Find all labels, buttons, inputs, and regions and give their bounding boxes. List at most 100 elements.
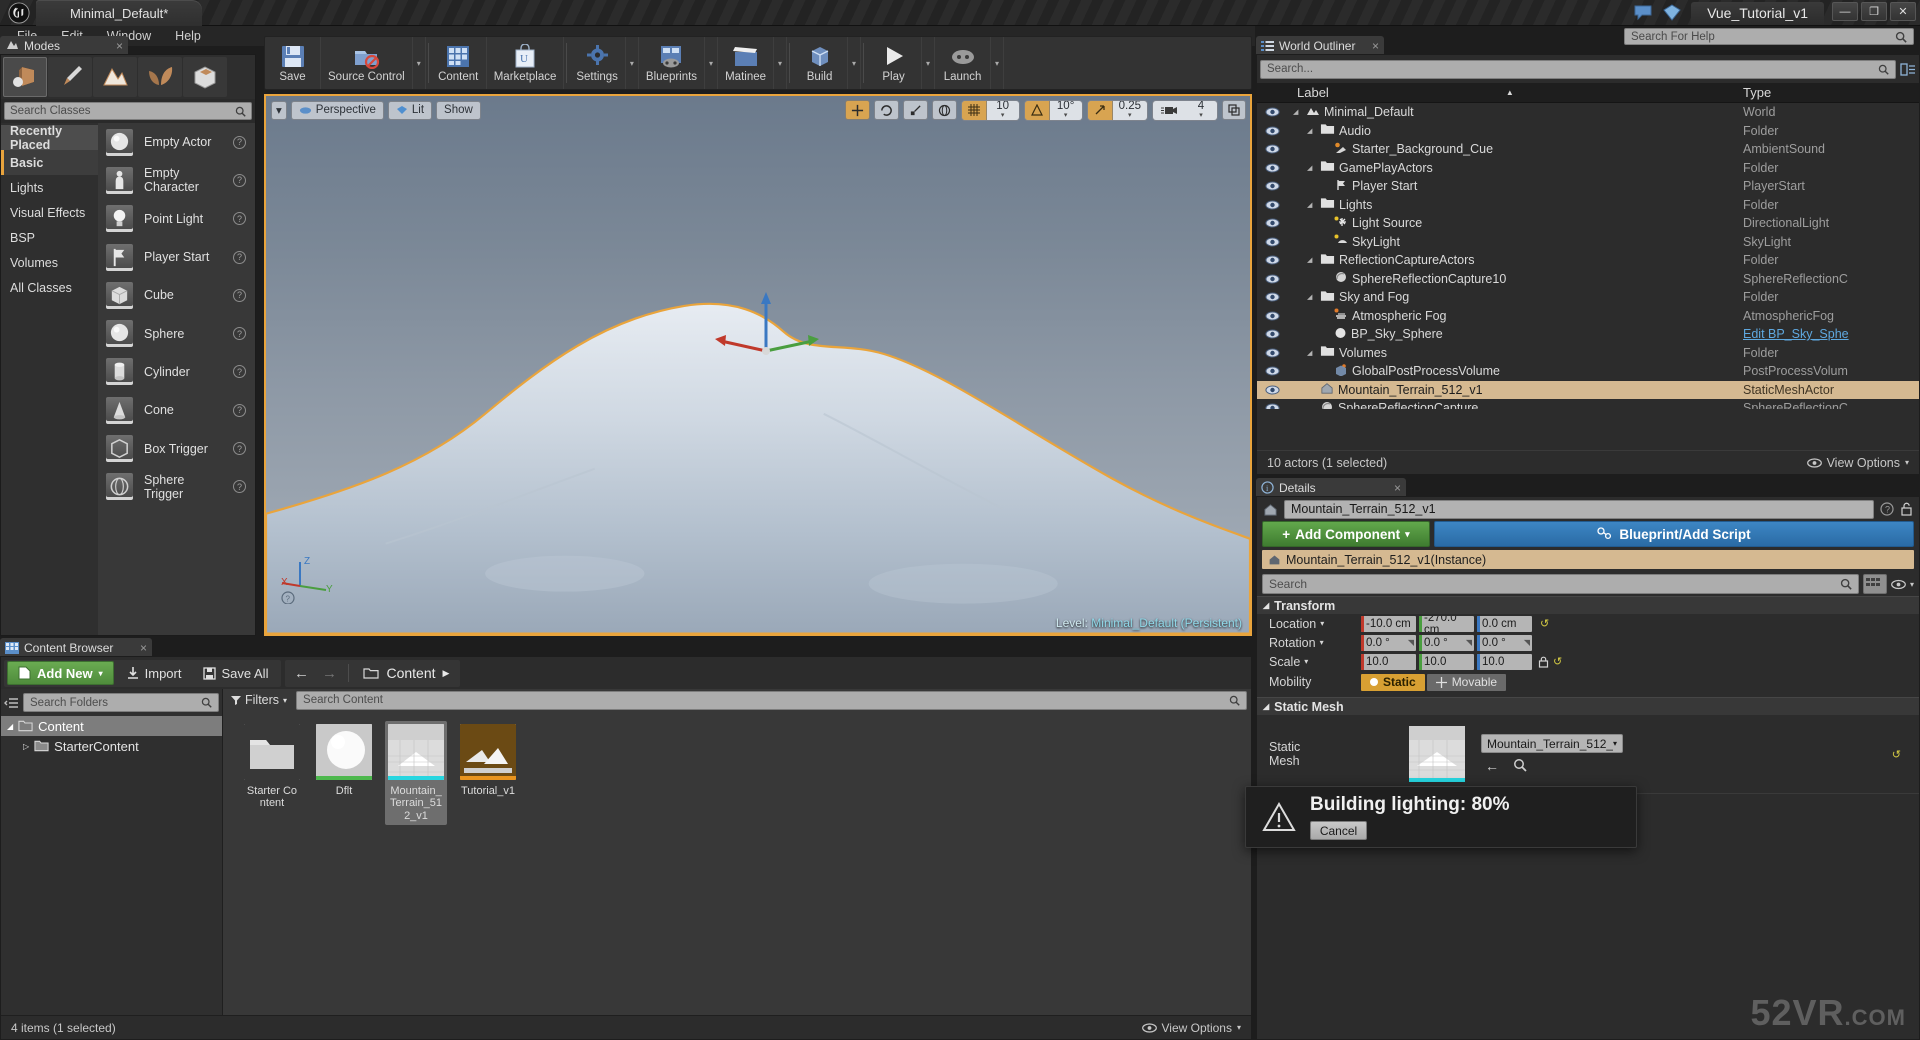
angle-snap-value[interactable]: 10° ▾ <box>1049 100 1082 120</box>
translate-tool-button[interactable] <box>844 100 870 120</box>
display-filter-button[interactable] <box>1862 574 1887 594</box>
save-all-button[interactable]: Save All <box>193 661 278 685</box>
close-icon[interactable]: × <box>116 39 123 53</box>
toolbar-play-button[interactable]: Play <box>866 37 923 89</box>
visibility-toggle-icon[interactable] <box>1257 218 1287 228</box>
visibility-toggle-icon[interactable] <box>1257 329 1287 339</box>
toolbar-build-button[interactable]: Build <box>792 37 849 89</box>
angle-snap-group[interactable]: 10° ▾ <box>1023 99 1083 121</box>
rotate-tool-button[interactable] <box>873 100 899 120</box>
rotation-y[interactable]: 0.0 ° ◥ <box>1419 634 1474 651</box>
category-volumes[interactable]: Volumes <box>1 250 98 275</box>
placeable-point-light[interactable]: Point Light? <box>98 200 255 238</box>
minimize-button[interactable]: — <box>1832 2 1858 21</box>
close-button[interactable]: ✕ <box>1890 2 1916 21</box>
document-tab[interactable]: Minimal_Default* <box>36 0 203 26</box>
rotation-label[interactable]: Rotation ▾ <box>1257 636 1361 650</box>
angle-icon[interactable] <box>1024 100 1050 120</box>
outliner-row[interactable]: SphereReflectionCapture SphereReflectionC <box>1257 399 1919 409</box>
outliner-row[interactable]: Atmospheric Fog AtmosphericFog <box>1257 307 1919 326</box>
placeable-cube[interactable]: Cube? <box>98 276 255 314</box>
placeable-player-start[interactable]: Player Start? <box>98 238 255 276</box>
static-mesh-thumbnail[interactable] <box>1409 726 1465 782</box>
chevron-down-icon[interactable]: ▾ <box>922 37 936 89</box>
help-badge[interactable]: ? <box>233 442 246 456</box>
rotation-z[interactable]: 0.0 ° ◥ <box>1477 634 1532 651</box>
expander-icon[interactable]: ◢ <box>1307 256 1316 264</box>
unlock-icon[interactable] <box>1900 502 1913 517</box>
visibility-toggle-icon[interactable] <box>1257 274 1287 284</box>
question-icon[interactable]: ? <box>1880 502 1894 516</box>
category-visual-effects[interactable]: Visual Effects <box>1 200 98 225</box>
outliner-row[interactable]: ◢ Sky and Fog Folder <box>1257 288 1919 307</box>
browse-to-asset-icon[interactable]: ← <box>1485 758 1499 774</box>
level-viewport[interactable]: ▾ Perspective Lit Show 10 ▾ 10° ▾ 0.25 ▾… <box>264 94 1252 636</box>
transform-section-header[interactable]: ◢ Transform <box>1257 596 1919 614</box>
help-badge[interactable]: ? <box>233 135 246 149</box>
visibility-toggle-icon[interactable] <box>1257 181 1287 191</box>
revert-arrow-icon[interactable]: ↺ <box>1892 748 1901 761</box>
search-icon[interactable] <box>1513 758 1527 772</box>
visibility-toggle-icon[interactable] <box>1257 200 1287 210</box>
outliner-row[interactable]: Light Source DirectionalLight <box>1257 214 1919 233</box>
component-instance-row[interactable]: Mountain_Terrain_512_v1(Instance) <box>1262 550 1914 569</box>
asset-tile[interactable]: Dflt <box>313 721 375 825</box>
camera-speed-icon[interactable] <box>1153 100 1185 120</box>
nav-forward-button[interactable]: → <box>316 661 342 685</box>
visibility-toggle-icon[interactable] <box>1257 385 1287 395</box>
category-bsp[interactable]: BSP <box>1 225 98 250</box>
toolbar-source-control-button[interactable]: Source Control <box>321 37 413 89</box>
outliner-view-options-button[interactable]: View Options ▾ <box>1806 456 1909 470</box>
chevron-down-icon[interactable]: ▾ <box>705 37 719 89</box>
placeable-sphere[interactable]: Sphere? <box>98 314 255 352</box>
category-recently-placed[interactable]: Recently Placed <box>1 124 98 152</box>
foliage-mode[interactable] <box>138 57 182 97</box>
outliner-row[interactable]: ◢ ReflectionCaptureActors Folder <box>1257 251 1919 270</box>
placeable-empty-actor[interactable]: Empty Actor? <box>98 123 255 161</box>
scale-z[interactable]: 10.0 <box>1477 653 1532 670</box>
maximize-viewport-button[interactable] <box>1222 100 1246 120</box>
toolbar-save-button[interactable]: Save <box>265 37 321 89</box>
actor-name-input[interactable]: Mountain_Terrain_512_v1 <box>1284 499 1874 519</box>
visibility-toggle-icon[interactable] <box>1257 403 1287 409</box>
add-new-button[interactable]: Add New ▾ <box>7 661 114 685</box>
location-y[interactable]: -270.0 cm <box>1419 615 1474 632</box>
placeable-empty-character[interactable]: Empty Character? <box>98 161 255 199</box>
category-basic[interactable]: Basic <box>1 150 98 175</box>
paint-mode[interactable] <box>48 57 92 97</box>
world-outliner-tab[interactable]: World Outliner × <box>1256 36 1384 55</box>
eye-icon[interactable] <box>1891 579 1906 590</box>
outliner-row[interactable]: BP_Sky_Sphere Edit BP_Sky_Sphe <box>1257 325 1919 344</box>
outliner-row[interactable]: Mountain_Terrain_512_v1 StaticMeshActor <box>1257 380 1919 399</box>
toolbar-matinee-button[interactable]: Matinee <box>718 37 775 89</box>
help-badge[interactable]: ? <box>233 480 246 494</box>
grid-icon[interactable] <box>961 100 987 120</box>
label-column-header[interactable]: Label ▲ <box>1287 85 1743 100</box>
outliner-row[interactable]: ◢ Audio Folder <box>1257 122 1919 141</box>
location-label[interactable]: Location ▾ <box>1257 617 1361 631</box>
outliner-search-input[interactable]: Search... <box>1260 59 1896 79</box>
nav-back-button[interactable]: ← <box>288 661 314 685</box>
folder-content[interactable]: ◢ Content <box>1 716 222 736</box>
landscape-mode[interactable] <box>93 57 137 97</box>
asset-tile[interactable]: Tutorial_v1 <box>457 721 519 825</box>
outliner-row[interactable]: SphereReflectionCapture10 SphereReflectio… <box>1257 270 1919 289</box>
tree-toggle-icon[interactable] <box>4 696 19 710</box>
toolbar-launch-button[interactable]: Launch <box>935 37 992 89</box>
visibility-toggle-icon[interactable] <box>1257 348 1287 358</box>
details-search-input[interactable]: Search <box>1262 574 1859 594</box>
toolbar-blueprints-button[interactable]: Blueprints <box>639 37 706 89</box>
scale-snap-icon[interactable] <box>1087 100 1113 120</box>
asset-search-input[interactable]: Search Content <box>296 690 1247 710</box>
restore-button[interactable]: ❐ <box>1861 2 1887 21</box>
visibility-toggle-icon[interactable] <box>1257 292 1287 302</box>
scale-snap-group[interactable]: 0.25 ▾ <box>1086 99 1148 121</box>
outliner-row[interactable]: Starter_Background_Cue AmbientSound <box>1257 140 1919 159</box>
placeable-cone[interactable]: Cone? <box>98 391 255 429</box>
asset-tile[interactable]: Starter Content <box>241 721 303 825</box>
location-x[interactable]: -10.0 cm <box>1361 615 1416 632</box>
expander-icon[interactable]: ◢ <box>1293 108 1302 116</box>
outliner-row[interactable]: SkyLight SkyLight <box>1257 233 1919 252</box>
help-badge[interactable]: ? <box>233 288 246 302</box>
help-badge[interactable]: ? <box>233 403 246 417</box>
